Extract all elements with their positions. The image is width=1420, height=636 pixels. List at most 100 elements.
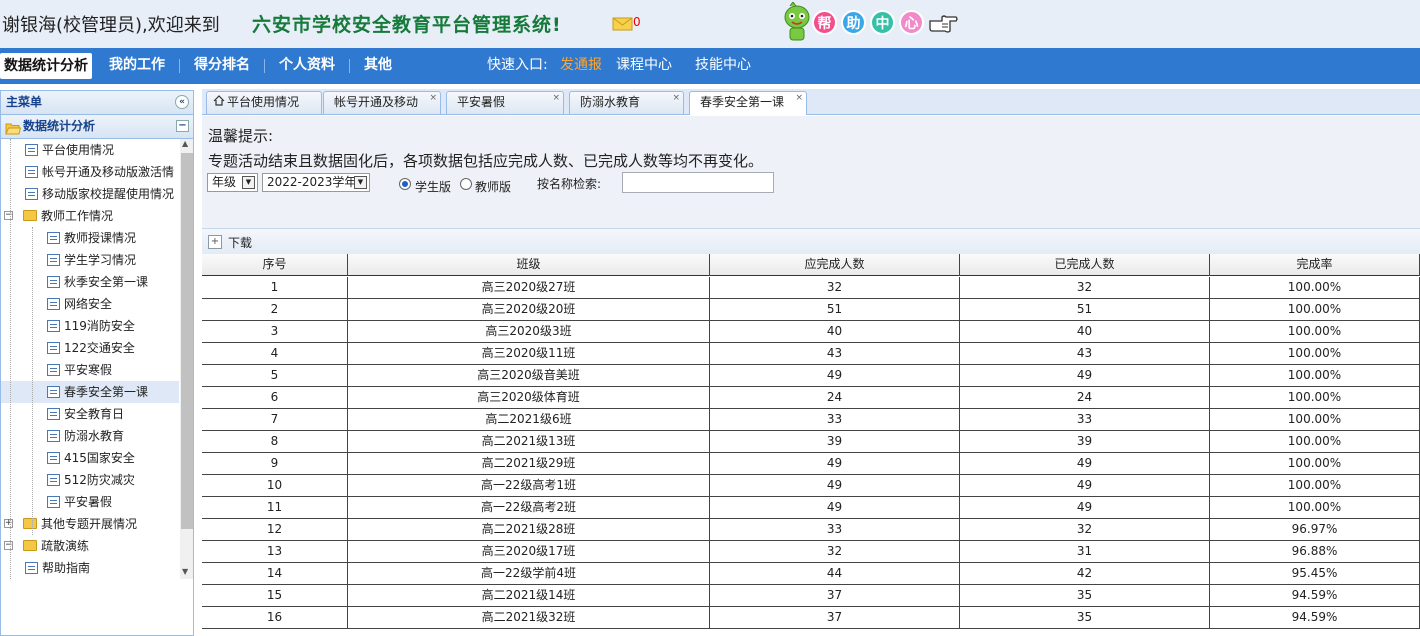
chevron-down-icon[interactable]: ▼ [242, 176, 255, 189]
sidebar-section-stats[interactable]: 数据统计分析 − [1, 115, 193, 139]
table-row[interactable]: 11 高一22级高考2班 49 49 100.00% [202, 497, 1420, 519]
sidebar-item-label: 帮助指南 [42, 561, 91, 575]
expand-icon[interactable]: + [4, 519, 13, 528]
radio-teacher[interactable] [460, 178, 472, 190]
sidebar-item[interactable]: 移动版家校提醒使用情况 [1, 183, 179, 205]
table-cell: 高二2021级13班 [348, 431, 710, 452]
table-row[interactable]: 9 高二2021级29班 49 49 100.00% [202, 453, 1420, 475]
radio-student-label: 学生版 [415, 180, 452, 194]
table-row[interactable]: 12 高二2021级28班 33 32 96.97% [202, 519, 1420, 541]
tab[interactable]: 帐号开通及移动 × [323, 91, 441, 114]
sidebar-item[interactable]: 512防灾减灾 [1, 469, 179, 491]
help-center-button[interactable]: 帮 助 中 心 [780, 1, 960, 44]
sidebar-item[interactable]: − 教师工作情况 [1, 205, 179, 227]
sidebar-item[interactable]: 春季安全第一课 [1, 381, 179, 403]
table-row[interactable]: 2 高三2020级20班 51 51 100.00% [202, 299, 1420, 321]
sidebar-item[interactable]: + 其他专题开展情况 [1, 513, 179, 535]
table-row[interactable]: 13 高三2020级17班 32 31 96.88% [202, 541, 1420, 563]
sidebar-item[interactable]: 122交通安全 [1, 337, 179, 359]
collapse-sidebar-button[interactable]: « [175, 95, 189, 109]
table-row[interactable]: 15 高二2021级14班 37 35 94.59% [202, 585, 1420, 607]
table-cell: 6 [202, 387, 348, 408]
quick-link-notice[interactable]: 发通报 [560, 48, 602, 82]
column-header[interactable]: 应完成人数 [710, 254, 960, 276]
search-input[interactable] [622, 172, 774, 193]
mail-icon[interactable] [612, 16, 634, 32]
tab[interactable]: 春季安全第一课 × [689, 91, 807, 115]
table-row[interactable]: 10 高一22级高考1班 49 49 100.00% [202, 475, 1420, 497]
column-header[interactable]: 班级 [348, 254, 710, 276]
table-cell: 94.59% [1210, 585, 1420, 606]
tab[interactable]: 平安暑假 × [446, 91, 564, 114]
table-row[interactable]: 1 高三2020级27班 32 32 100.00% [202, 277, 1420, 299]
data-table: 序号 班级 应完成人数 已完成人数 完成率 1 高三2020级27班 32 32 100.00%… [202, 254, 1420, 636]
close-icon[interactable]: × [429, 93, 437, 103]
table-cell: 高二2021级29班 [348, 453, 710, 474]
sidebar-item-label: 帐号开通及移动版激活情 [42, 165, 175, 179]
table-row[interactable]: 7 高二2021级6班 33 33 100.00% [202, 409, 1420, 431]
table-cell: 100.00% [1210, 365, 1420, 386]
sidebar-item[interactable]: 秋季安全第一课 [1, 271, 179, 293]
sidebar-item-label: 网络安全 [64, 297, 113, 311]
tab[interactable]: 平台使用情况 [206, 91, 322, 114]
menu-item-ranking[interactable]: 得分排名 [194, 48, 250, 82]
table-cell: 33 [710, 519, 960, 540]
tab-label: 平台使用情况 [227, 95, 300, 109]
document-icon [47, 430, 60, 442]
menu-item-my-work[interactable]: 我的工作 [109, 48, 165, 82]
table-cell: 100.00% [1210, 431, 1420, 452]
section-toggle-button[interactable]: − [176, 120, 189, 132]
table-cell: 32 [960, 519, 1210, 540]
scroll-down-arrow-icon[interactable]: ▼ [182, 567, 188, 576]
sidebar-item[interactable]: 119消防安全 [1, 315, 179, 337]
sidebar-item[interactable]: 帮助指南 [1, 557, 179, 579]
sidebar-item[interactable]: 教师授课情况 [1, 227, 179, 249]
menu-item-profile[interactable]: 个人资料 [279, 48, 335, 82]
sidebar-item[interactable]: 平安暑假 [1, 491, 179, 513]
table-cell: 8 [202, 431, 348, 452]
radio-student[interactable] [399, 178, 411, 190]
scroll-up-arrow-icon[interactable]: ▲ [182, 139, 188, 148]
collapse-icon[interactable]: − [4, 541, 13, 550]
sidebar-item[interactable]: 平安寒假 [1, 359, 179, 381]
table-row[interactable]: 3 高三2020级3班 40 40 100.00% [202, 321, 1420, 343]
sidebar-item[interactable]: 415国家安全 [1, 447, 179, 469]
table-row[interactable]: 6 高三2020级体育班 24 24 100.00% [202, 387, 1420, 409]
close-icon[interactable]: × [552, 93, 560, 103]
grade-select[interactable]: 年级 ▼ [207, 173, 258, 192]
table-cell: 51 [960, 299, 1210, 320]
menu-item-other[interactable]: 其他 [364, 48, 392, 82]
sidebar-item[interactable]: 学生学习情况 [1, 249, 179, 271]
table-row[interactable]: 4 高三2020级11班 43 43 100.00% [202, 343, 1420, 365]
table-row[interactable]: 16 高二2021级32班 37 35 94.59% [202, 607, 1420, 629]
close-icon[interactable]: × [795, 93, 803, 103]
table-row[interactable]: 5 高三2020级音美班 49 49 100.00% [202, 365, 1420, 387]
close-icon[interactable]: × [672, 93, 680, 103]
sidebar-item[interactable]: 防溺水教育 [1, 425, 179, 447]
scrollbar-thumb[interactable] [181, 153, 193, 529]
download-button[interactable]: 下载 [228, 234, 252, 251]
menu-item-stats[interactable]: 数据统计分析 [0, 53, 92, 79]
sidebar-item[interactable]: 网络安全 [1, 293, 179, 315]
quick-link-course-center[interactable]: 课程中心 [616, 48, 672, 82]
column-header[interactable]: 已完成人数 [960, 254, 1210, 276]
sidebar-item[interactable]: 帐号开通及移动版激活情 [1, 161, 179, 183]
sidebar-item[interactable]: − 疏散演练 [1, 535, 179, 557]
document-icon [47, 232, 60, 244]
collapse-icon[interactable]: − [4, 211, 13, 220]
sidebar-item[interactable]: 安全教育日 [1, 403, 179, 425]
column-header[interactable]: 序号 [202, 254, 348, 276]
chevron-down-icon[interactable]: ▼ [354, 176, 367, 189]
table-cell: 49 [960, 453, 1210, 474]
column-header[interactable]: 完成率 [1210, 254, 1420, 276]
download-icon[interactable]: + [208, 235, 222, 249]
sidebar-scrollbar[interactable]: ▲ ▼ [180, 139, 193, 579]
table-row[interactable]: 14 高一22级学前4班 44 42 95.45% [202, 563, 1420, 585]
quick-link-skill-center[interactable]: 技能中心 [695, 48, 751, 82]
table-row[interactable]: 8 高二2021级13班 39 39 100.00% [202, 431, 1420, 453]
sidebar-item[interactable]: 平台使用情况 [1, 139, 179, 161]
year-select[interactable]: 2022-2023学年 ▼ [262, 173, 370, 192]
document-icon [47, 474, 60, 486]
tab[interactable]: 防溺水教育 × [569, 91, 684, 114]
table-cell: 14 [202, 563, 348, 584]
